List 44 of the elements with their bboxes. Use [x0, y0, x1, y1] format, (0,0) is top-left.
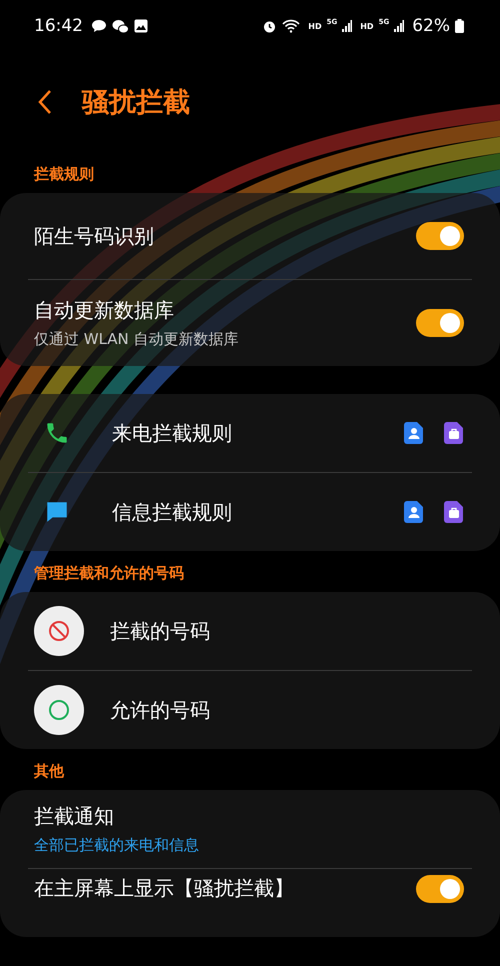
battery-percent: 62%	[412, 16, 450, 36]
row-title: 允许的号码	[110, 696, 211, 724]
alarm-icon	[262, 18, 278, 34]
section-label: 拦截规则	[32, 164, 95, 185]
block-icon	[34, 606, 84, 656]
settings-row[interactable]: 来电拦截规则	[0, 394, 500, 472]
settings-row[interactable]: 陌生号码识别	[0, 193, 500, 279]
settings-row[interactable]: 自动更新数据库 仅通过 WLAN 自动更新数据库	[0, 280, 500, 366]
settings-row[interactable]: 允许的号码	[0, 671, 500, 749]
row-title: 来电拦截规则	[112, 420, 233, 446]
section-label: 其他	[33, 761, 65, 782]
person-file-icon	[404, 422, 424, 444]
signal-icon	[394, 20, 404, 32]
row-title: 拦截的号码	[110, 618, 211, 644]
briefcase-file-icon	[444, 501, 464, 523]
briefcase-file-icon	[444, 422, 464, 444]
image-icon	[134, 19, 148, 33]
battery-icon	[455, 19, 464, 33]
settings-row[interactable]: 拦截通知 全部已拦截的来电和信息	[0, 790, 500, 868]
circle-icon	[34, 685, 84, 735]
page-title: 骚扰拦截	[82, 86, 190, 120]
settings-row[interactable]: 信息拦截规则	[0, 473, 500, 551]
row-subtitle: 仅通过 WLAN 自动更新数据库	[34, 330, 240, 349]
toggle-switch[interactable]	[416, 309, 464, 337]
row-title: 自动更新数据库	[34, 297, 175, 324]
back-icon	[38, 89, 52, 115]
row-title: 拦截通知	[34, 803, 115, 830]
status-time: 16:42	[34, 16, 83, 36]
row-title: 在主屏幕上显示【骚扰拦截】	[34, 875, 295, 902]
row-subtitle: 全部已拦截的来电和信息	[34, 836, 200, 855]
settings-row[interactable]: 在主屏幕上显示【骚扰拦截】	[0, 869, 500, 937]
section-label: 管理拦截和允许的号码	[33, 563, 185, 584]
toggle-switch[interactable]	[416, 222, 464, 250]
network-label: HD	[360, 22, 374, 30]
row-title: 陌生号码识别	[34, 222, 155, 250]
settings-row[interactable]: 拦截的号码	[0, 592, 500, 670]
person-file-icon	[404, 501, 424, 523]
row-title: 信息拦截规则	[112, 498, 233, 526]
signal-icon	[342, 20, 352, 32]
network-label: HD	[308, 22, 322, 30]
toggle-switch[interactable]	[416, 875, 464, 903]
chat-bubbles-icon	[112, 18, 129, 34]
chat-bubble-icon	[91, 19, 107, 33]
wifi-icon	[282, 19, 300, 33]
